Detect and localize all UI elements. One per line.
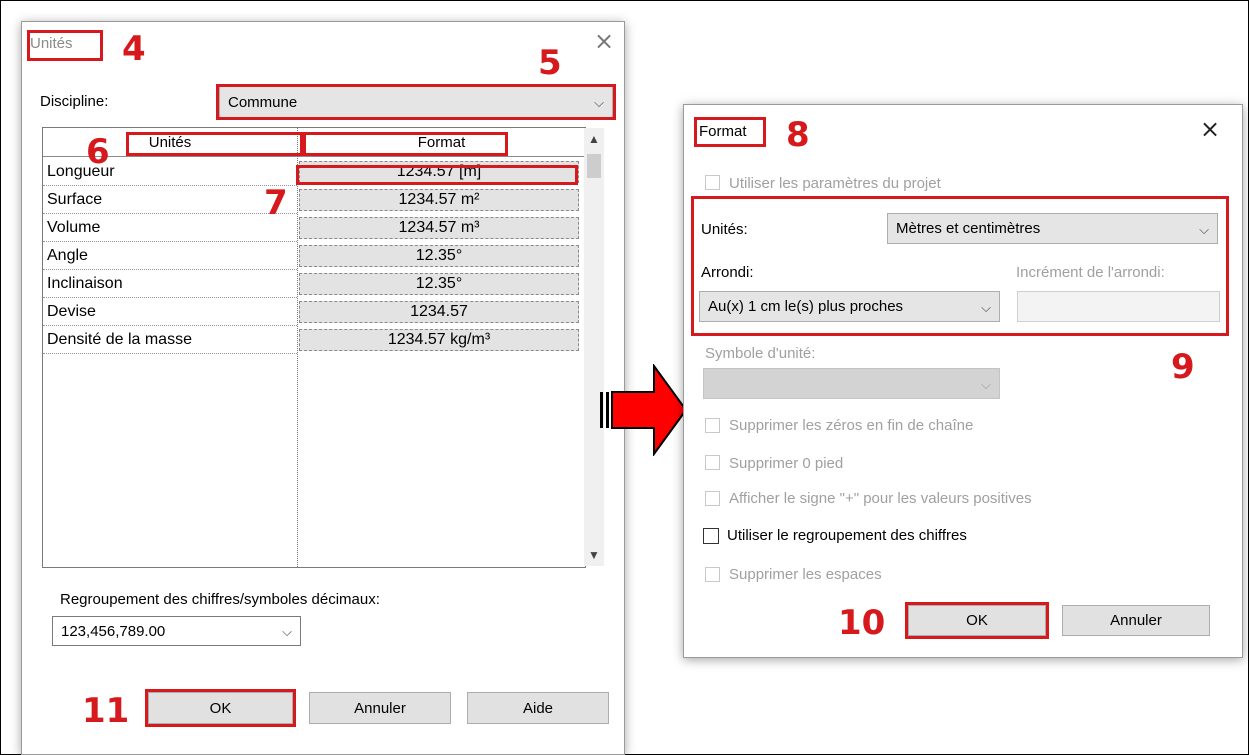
format-button[interactable]: 12.35° (299, 273, 579, 295)
table-row: Densité de la masse 1234.57 kg/m³ (43, 327, 585, 354)
format-button[interactable]: 1234.57 m³ (299, 217, 579, 239)
unit-name-cell[interactable]: Densité de la masse (43, 327, 297, 354)
units-value: Mètres et centimètres (896, 220, 1041, 237)
annotation-box-5 (216, 84, 616, 120)
table-row: Angle 12.35° (43, 243, 585, 270)
suppress-spaces-checkbox[interactable] (705, 567, 720, 582)
show-plus-label: Afficher le signe "+" pour les valeurs p… (729, 490, 1032, 507)
suppress-spaces-label: Supprimer les espaces (729, 566, 882, 583)
rounding-value: Au(x) 1 cm le(s) plus proches (708, 298, 904, 315)
units-grid: Unités Format Longueur 1234.57 [m] Surfa… (42, 127, 586, 568)
unit-symbol-label: Symbole d'unité: (705, 345, 816, 362)
annotation-8: 8 (786, 115, 810, 155)
format-button[interactable]: 12.35° (299, 245, 579, 267)
annotation-11: 11 (82, 691, 130, 731)
format-button[interactable]: 1234.57 (299, 301, 579, 323)
discipline-label: Discipline: (40, 93, 109, 110)
suppress-zero-feet-label: Supprimer 0 pied (729, 455, 844, 472)
annotation-box-10 (905, 602, 1049, 639)
rounding-increment-input[interactable] (1017, 291, 1220, 322)
annotation-box-7 (296, 165, 578, 185)
annotation-4: 4 (122, 29, 146, 69)
rounding-select[interactable]: Au(x) 1 cm le(s) plus proches ⌵ (699, 291, 1000, 322)
chevron-down-icon: ⌵ (282, 624, 292, 639)
unit-symbol-select[interactable]: ⌵ (703, 368, 1000, 399)
grid-scrollbar[interactable]: ▲ ▼ (584, 128, 604, 566)
units-select[interactable]: Mètres et centimètres ⌵ (887, 213, 1218, 244)
format-button[interactable]: 1234.57 m² (299, 189, 579, 211)
rounding-increment-label: Incrément de l'arrondi: (1016, 264, 1165, 281)
format-close-icon[interactable]: × (1200, 115, 1220, 143)
unit-name-cell[interactable]: Devise (43, 299, 297, 326)
annotation-box-8 (694, 117, 766, 147)
unit-name-cell[interactable]: Inclinaison (43, 271, 297, 298)
grouping-select[interactable]: 123,456,789.00 ⌵ (52, 616, 301, 646)
unit-name-cell[interactable]: Volume (43, 215, 297, 242)
annotation-7: 7 (264, 183, 288, 223)
suppress-trailing-zeros-checkbox[interactable] (705, 418, 720, 433)
digit-grouping-checkbox[interactable] (703, 528, 719, 544)
table-row: Inclinaison 12.35° (43, 271, 585, 298)
annotation-5: 5 (538, 43, 562, 83)
grouping-label: Regroupement des chiffres/symboles décim… (60, 591, 380, 608)
chevron-down-icon: ⌵ (1199, 221, 1209, 237)
show-plus-checkbox[interactable] (705, 491, 720, 506)
digit-grouping-label: Utiliser le regroupement des chiffres (727, 527, 967, 544)
scroll-down-icon[interactable]: ▼ (588, 548, 600, 562)
unit-name-cell[interactable]: Angle (43, 243, 297, 270)
unit-name-cell[interactable]: Surface (43, 187, 297, 214)
annotation-6: 6 (86, 132, 110, 172)
table-row: Surface 1234.57 m² (43, 187, 585, 214)
chevron-down-icon: ⌵ (981, 299, 991, 315)
use-project-checkbox[interactable] (705, 175, 720, 190)
suppress-trailing-zeros-label: Supprimer les zéros en fin de chaîne (729, 417, 974, 434)
annotation-box-6 (126, 132, 306, 156)
arrow-right-icon (600, 364, 688, 456)
units-label: Unités: (701, 221, 748, 238)
annotation-box-format-header (300, 132, 508, 156)
format-cancel-button[interactable]: Annuler (1062, 605, 1210, 636)
units-close-icon[interactable]: × (594, 27, 614, 55)
table-row: Devise 1234.57 (43, 299, 585, 326)
chevron-down-icon: ⌵ (981, 376, 991, 392)
unit-name-cell[interactable]: Longueur (43, 159, 297, 186)
scroll-up-icon[interactable]: ▲ (588, 132, 600, 146)
suppress-zero-feet-checkbox[interactable] (705, 455, 720, 470)
table-row: Volume 1234.57 m³ (43, 215, 585, 242)
format-button[interactable]: 1234.57 kg/m³ (299, 329, 579, 351)
grouping-value: 123,456,789.00 (61, 622, 166, 640)
annotation-9: 9 (1171, 347, 1195, 387)
use-project-label: Utiliser les paramètres du projet (729, 175, 941, 192)
annotation-box-11 (145, 689, 296, 727)
rounding-label: Arrondi: (701, 264, 754, 281)
annotation-box-4 (27, 30, 103, 61)
scroll-thumb[interactable] (587, 154, 601, 178)
annotation-10: 10 (838, 603, 886, 643)
units-cancel-button[interactable]: Annuler (309, 692, 451, 724)
units-help-button[interactable]: Aide (467, 692, 609, 724)
